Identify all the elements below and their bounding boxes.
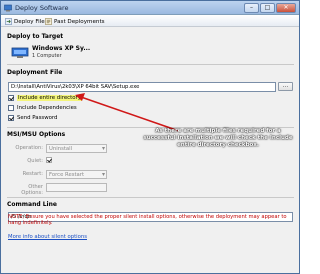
deploy-software-window: Deploy Software – □ ✕ Deploy File Past D… — [0, 0, 300, 274]
callout-annotation: As there are multiple files required for… — [143, 128, 293, 148]
